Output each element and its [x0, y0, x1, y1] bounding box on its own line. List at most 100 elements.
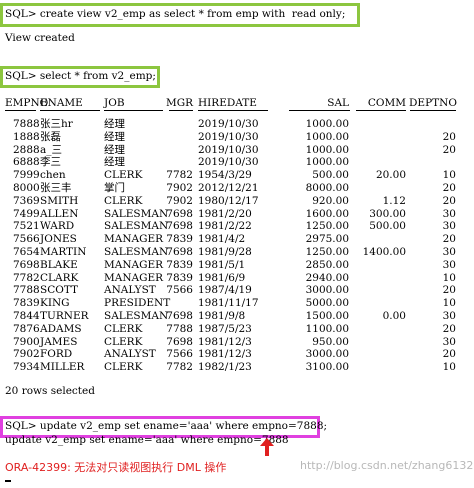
table-cell: 1000.00	[305, 130, 349, 143]
table-cell: 1500.00	[305, 310, 349, 322]
table-cell: chen	[40, 169, 66, 182]
table-cell: 30	[442, 220, 456, 233]
table-cell: 2940.00	[305, 271, 349, 284]
table-cell: 7698	[166, 220, 193, 233]
table-cell: a_三	[40, 143, 63, 156]
table-cell: 500.00	[312, 169, 349, 182]
column-header: ENAME	[40, 97, 83, 109]
table-cell: 300.00	[369, 207, 406, 220]
table-cell: 500.00	[369, 220, 406, 233]
table-cell: 1250.00	[305, 246, 349, 258]
table-cell: 1981/4/2	[198, 233, 246, 246]
table-cell: 2019/10/30	[198, 143, 259, 156]
table-cell: 20	[442, 233, 456, 246]
table-cell: 20	[442, 322, 456, 335]
table-cell: 1981/11/17	[198, 297, 259, 310]
table-cell: 2975.00	[305, 233, 349, 246]
table-cell: 20	[442, 194, 456, 207]
table-cell: 1981/5/1	[198, 258, 246, 271]
table-cell: 2019/10/30	[198, 118, 259, 130]
cursor	[5, 480, 11, 482]
header-underline	[40, 110, 100, 111]
table-cell: TURNER	[40, 310, 89, 322]
table-cell: 2012/12/21	[198, 182, 259, 194]
table-cell: JONES	[40, 233, 77, 246]
table-cell: 7902	[166, 194, 193, 207]
table-cell: 7782	[166, 361, 193, 374]
table-cell: 5000.00	[305, 297, 349, 310]
header-underline	[410, 110, 456, 111]
table-cell: KING	[40, 297, 70, 310]
table-cell: 20	[442, 130, 456, 143]
table-cell: 30	[442, 246, 456, 258]
column-header: EMPNO	[5, 97, 49, 109]
table-cell: 1000.00	[305, 143, 349, 156]
table-cell: 7698	[166, 335, 193, 348]
table-cell: 7566	[166, 284, 193, 297]
table-cell: FORD	[40, 348, 73, 361]
select-command: SQL> select * from v2_emp;	[5, 70, 156, 82]
table-cell: 1981/9/8	[198, 310, 246, 322]
table-cell: MILLER	[40, 361, 85, 374]
table-cell: 1400.00	[362, 246, 406, 258]
table-cell: 20	[442, 284, 456, 297]
table-cell: SCOTT	[40, 284, 79, 297]
table-cell: 30	[442, 310, 456, 322]
table-cell: BLAKE	[40, 258, 78, 271]
header-underline	[356, 110, 406, 111]
header-underline	[104, 110, 163, 111]
table-cell: 3000.00	[305, 348, 349, 361]
header-underline	[198, 110, 268, 111]
table-cell: 1000.00	[305, 156, 349, 169]
table-cell: 2019/10/30	[198, 130, 259, 143]
table-cell: 1982/1/23	[198, 361, 252, 374]
table-cell: WARD	[40, 220, 75, 233]
table-cell: 10	[442, 271, 456, 284]
table-cell: 1981/9/28	[198, 246, 252, 258]
table-cell: 1600.00	[305, 207, 349, 220]
table-cell: PRESIDENT	[104, 297, 171, 310]
header-underline	[5, 110, 36, 111]
arrow-up-icon	[260, 438, 274, 456]
table-cell: 经理	[104, 118, 125, 130]
table-cell: 1987/4/19	[198, 284, 252, 297]
table-cell: 经理	[104, 130, 125, 143]
table-cell: CLARK	[40, 271, 79, 284]
header-underline	[169, 110, 193, 111]
table-cell: 8000.00	[305, 182, 349, 194]
table-cell: 20	[442, 182, 456, 194]
table-cell: 30	[442, 335, 456, 348]
watermark: http://blog.csdn.net/zhang6132326	[300, 459, 474, 472]
table-cell: 1250.00	[305, 220, 349, 233]
table-cell: 20	[442, 143, 456, 156]
table-cell: 3000.00	[305, 284, 349, 297]
column-header: COMM	[367, 97, 406, 109]
column-header: HIREDATE	[198, 97, 257, 109]
table-cell: 经理	[104, 143, 125, 156]
table-cell: 1000.00	[305, 118, 349, 130]
table-cell: 2019/10/30	[198, 156, 259, 169]
table-cell: 1980/12/17	[198, 194, 259, 207]
error-message: ORA-42399: 无法对只读视图执行 DML 操作	[5, 461, 227, 474]
table-cell: 7839	[166, 258, 193, 271]
table-cell: 1981/6/9	[198, 271, 246, 284]
table-cell: 920.00	[312, 194, 349, 207]
column-header: DEPTNO	[409, 97, 457, 109]
table-cell: 7839	[166, 271, 193, 284]
table-cell: 7788	[166, 322, 193, 335]
table-cell: ALLEN	[40, 207, 79, 220]
table-cell: 1987/5/23	[198, 322, 252, 335]
table-cell: 1954/3/29	[198, 169, 252, 182]
table-cell: 7698	[166, 246, 193, 258]
column-header: MGR	[165, 97, 193, 109]
table-cell: 10	[442, 297, 456, 310]
table-cell: 1981/12/3	[198, 335, 252, 348]
table-cell: 10	[442, 169, 456, 182]
table-cell: 7839	[166, 233, 193, 246]
table-cell: 30	[442, 207, 456, 220]
table-cell: 10	[442, 361, 456, 374]
table-cell: 7782	[166, 169, 193, 182]
table-cell: 20	[442, 348, 456, 361]
table-cell: 经理	[104, 156, 125, 169]
table-cell: JAMES	[40, 335, 78, 348]
